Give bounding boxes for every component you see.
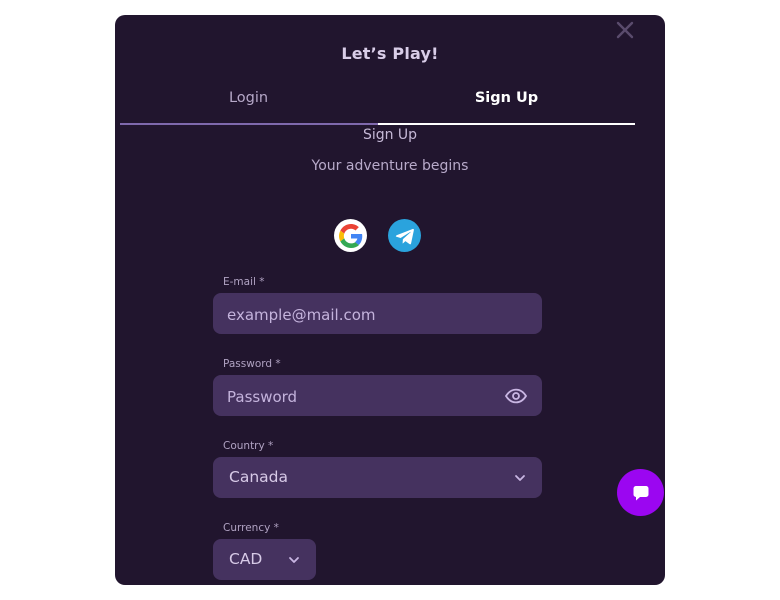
auth-tabs: Login Sign Up <box>120 85 635 127</box>
email-field <box>213 293 542 336</box>
country-label: Country * <box>223 440 274 452</box>
modal-title: Let’s Play! <box>341 44 439 63</box>
telegram-icon <box>395 228 414 244</box>
password-label: Password * <box>223 358 281 370</box>
tab-underline-active <box>378 123 635 125</box>
signup-subheading: Your adventure begins <box>311 158 469 174</box>
tab-login[interactable]: Login <box>120 85 377 125</box>
email-label: E-mail * <box>223 276 265 288</box>
chat-button[interactable] <box>617 469 664 516</box>
email-input[interactable] <box>225 293 489 336</box>
close-button[interactable] <box>612 17 638 43</box>
chevron-down-icon <box>289 557 299 563</box>
telegram-login-button[interactable] <box>388 219 421 252</box>
password-field <box>213 375 542 418</box>
google-login-button[interactable] <box>334 219 367 252</box>
close-icon <box>616 21 634 39</box>
signup-heading: Sign Up <box>362 127 418 143</box>
tab-sign-up[interactable]: Sign Up <box>378 85 635 125</box>
currency-label: Currency * <box>223 522 279 534</box>
currency-select[interactable]: CAD <box>213 539 316 580</box>
country-value: Canada <box>229 468 288 486</box>
eye-icon[interactable] <box>504 387 528 405</box>
signup-modal: Let’s Play! Login Sign Up Sign Up Your a… <box>115 15 665 585</box>
google-icon <box>338 223 362 248</box>
chevron-down-icon <box>515 475 525 481</box>
currency-value: CAD <box>229 550 263 568</box>
chat-bubble-icon <box>633 485 648 500</box>
tab-underline-inactive <box>120 123 378 125</box>
country-select[interactable]: Canada <box>213 457 542 498</box>
password-input[interactable] <box>225 375 489 418</box>
